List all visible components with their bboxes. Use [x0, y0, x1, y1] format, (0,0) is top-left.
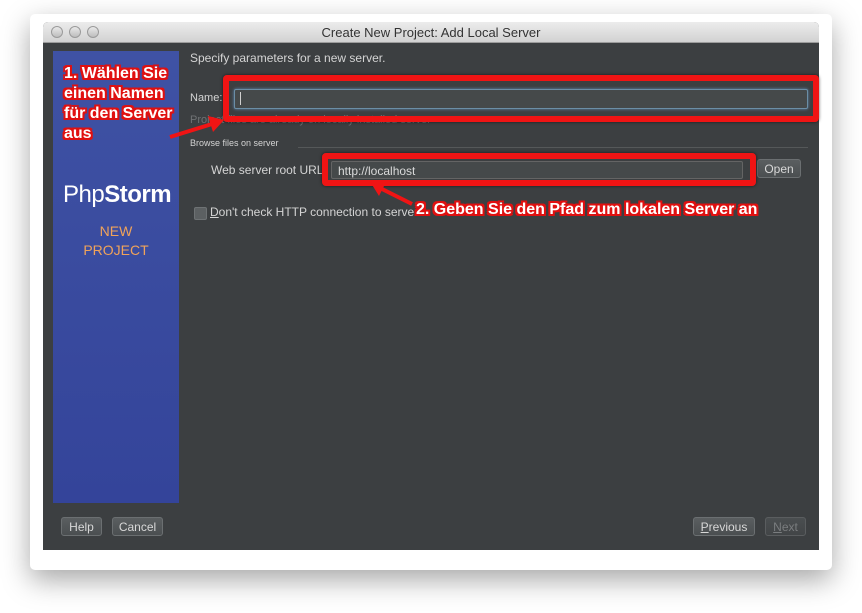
- step2-annotation: 2. Geben Sie den Pfad zum lokalen Server…: [416, 201, 758, 218]
- step1-line1: 1. Wählen Sie: [64, 65, 168, 82]
- arrow-to-url-field: [371, 182, 413, 206]
- step1-line4: aus: [64, 125, 92, 142]
- step1-line2: einen Namen: [64, 85, 164, 102]
- arrow-to-name-field: [169, 116, 224, 139]
- step1-annotation: 1. Wählen Sie einen Namen für den Server…: [64, 64, 172, 144]
- step1-line3: für den Server: [64, 105, 173, 122]
